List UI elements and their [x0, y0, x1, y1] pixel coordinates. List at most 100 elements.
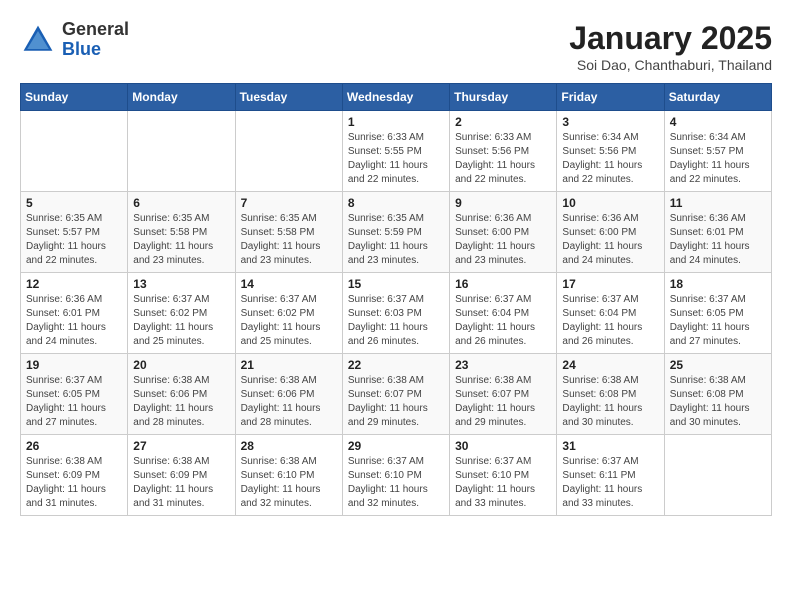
- day-info: Sunrise: 6:36 AMSunset: 6:01 PMDaylight:…: [26, 293, 122, 349]
- calendar-cell: 18 Sunrise: 6:37 AMSunset: 6:05 PMDayligh…: [664, 273, 771, 354]
- day-info: Sunrise: 6:37 AMSunset: 6:11 PMDaylight:…: [562, 455, 658, 511]
- day-info: Sunrise: 6:37 AMSunset: 6:04 PMDaylight:…: [455, 293, 551, 349]
- calendar-cell: 22Sunrise: 6:38 AMSunset: 6:07 PMDayligh…: [342, 354, 449, 435]
- day-number: 19: [26, 358, 122, 372]
- calendar-cell: 5 Sunrise: 6:35 AMSunset: 5:57 PMDaylight…: [21, 192, 128, 273]
- calendar-cell: 1 Sunrise: 6:33 AMSunset: 5:55 PMDaylight…: [342, 111, 449, 192]
- calendar-cell: [128, 111, 235, 192]
- calendar-cell: 10 Sunrise: 6:36 AMSunset: 6:00 PMDayligh…: [557, 192, 664, 273]
- day-info: Sunrise: 6:37 AMSunset: 6:02 PMDaylight:…: [133, 293, 229, 349]
- day-info: Sunrise: 6:38 AMSunset: 6:08 PMDaylight:…: [670, 374, 766, 430]
- day-number: 14: [241, 277, 337, 291]
- logo-icon: [20, 22, 56, 58]
- calendar-cell: 14 Sunrise: 6:37 AMSunset: 6:02 PMDayligh…: [235, 273, 342, 354]
- calendar-cell: 2Sunrise: 6:33 AMSunset: 5:56 PMDaylight…: [450, 111, 557, 192]
- day-number: 25: [670, 358, 766, 372]
- calendar-cell: 6 Sunrise: 6:35 AMSunset: 5:58 PMDaylight…: [128, 192, 235, 273]
- logo-general: General: [62, 20, 129, 40]
- day-number: 26: [26, 439, 122, 453]
- weekday-header: Thursday: [450, 84, 557, 111]
- day-number: 7: [241, 196, 337, 210]
- day-info: Sunrise: 6:38 AMSunset: 6:08 PMDaylight:…: [562, 374, 658, 430]
- calendar-cell: 23 Sunrise: 6:38 AMSunset: 6:07 PMDayligh…: [450, 354, 557, 435]
- calendar-cell: 25 Sunrise: 6:38 AMSunset: 6:08 PMDayligh…: [664, 354, 771, 435]
- day-info: Sunrise: 6:36 AMSunset: 6:01 PMDaylight:…: [670, 212, 766, 268]
- logo-text: General Blue: [62, 20, 129, 60]
- day-number: 4: [670, 115, 766, 129]
- weekday-header: Wednesday: [342, 84, 449, 111]
- day-number: 15: [348, 277, 444, 291]
- calendar-cell: 15 Sunrise: 6:37 AMSunset: 6:03 PMDayligh…: [342, 273, 449, 354]
- day-info: Sunrise: 6:34 AMSunset: 5:56 PMDaylight:…: [562, 131, 658, 187]
- day-number: 5: [26, 196, 122, 210]
- day-number: 16: [455, 277, 551, 291]
- day-info: Sunrise: 6:38 AMSunset: 6:07 PMDaylight:…: [348, 374, 444, 430]
- calendar-cell: 28 Sunrise: 6:38 AMSunset: 6:10 PMDayligh…: [235, 435, 342, 516]
- calendar-cell: 19 Sunrise: 6:37 AMSunset: 6:05 PMDayligh…: [21, 354, 128, 435]
- logo-blue: Blue: [62, 40, 129, 60]
- calendar-week-row: 1 Sunrise: 6:33 AMSunset: 5:55 PMDaylight…: [21, 111, 772, 192]
- day-number: 27: [133, 439, 229, 453]
- calendar-cell: 12Sunrise: 6:36 AMSunset: 6:01 PMDayligh…: [21, 273, 128, 354]
- calendar-cell: 20 Sunrise: 6:38 AMSunset: 6:06 PMDayligh…: [128, 354, 235, 435]
- day-info: Sunrise: 6:34 AMSunset: 5:57 PMDaylight:…: [670, 131, 766, 187]
- day-number: 6: [133, 196, 229, 210]
- day-number: 13: [133, 277, 229, 291]
- calendar-cell: 26Sunrise: 6:38 AMSunset: 6:09 PMDayligh…: [21, 435, 128, 516]
- day-number: 28: [241, 439, 337, 453]
- day-info: Sunrise: 6:36 AMSunset: 6:00 PMDaylight:…: [562, 212, 658, 268]
- day-info: Sunrise: 6:36 AMSunset: 6:00 PMDaylight:…: [455, 212, 551, 268]
- day-info: Sunrise: 6:37 AMSunset: 6:04 PMDaylight:…: [562, 293, 658, 349]
- calendar-cell: 16 Sunrise: 6:37 AMSunset: 6:04 PMDayligh…: [450, 273, 557, 354]
- calendar-week-row: 12Sunrise: 6:36 AMSunset: 6:01 PMDayligh…: [21, 273, 772, 354]
- calendar-cell: 4 Sunrise: 6:34 AMSunset: 5:57 PMDaylight…: [664, 111, 771, 192]
- day-info: Sunrise: 6:38 AMSunset: 6:10 PMDaylight:…: [241, 455, 337, 511]
- calendar-cell: 3 Sunrise: 6:34 AMSunset: 5:56 PMDaylight…: [557, 111, 664, 192]
- calendar-cell: [235, 111, 342, 192]
- calendar-cell: 11 Sunrise: 6:36 AMSunset: 6:01 PMDayligh…: [664, 192, 771, 273]
- day-info: Sunrise: 6:37 AMSunset: 6:03 PMDaylight:…: [348, 293, 444, 349]
- day-number: 3: [562, 115, 658, 129]
- day-info: Sunrise: 6:38 AMSunset: 6:06 PMDaylight:…: [241, 374, 337, 430]
- day-info: Sunrise: 6:37 AMSunset: 6:10 PMDaylight:…: [348, 455, 444, 511]
- calendar-cell: 17 Sunrise: 6:37 AMSunset: 6:04 PMDayligh…: [557, 273, 664, 354]
- day-number: 1: [348, 115, 444, 129]
- calendar-cell: 27 Sunrise: 6:38 AMSunset: 6:09 PMDayligh…: [128, 435, 235, 516]
- day-number: 9: [455, 196, 551, 210]
- day-number: 23: [455, 358, 551, 372]
- day-info: Sunrise: 6:35 AMSunset: 5:59 PMDaylight:…: [348, 212, 444, 268]
- page-header: General Blue January 2025 Soi Dao, Chant…: [20, 20, 772, 73]
- day-info: Sunrise: 6:37 AMSunset: 6:05 PMDaylight:…: [26, 374, 122, 430]
- day-info: Sunrise: 6:37 AMSunset: 6:05 PMDaylight:…: [670, 293, 766, 349]
- calendar-week-row: 19 Sunrise: 6:37 AMSunset: 6:05 PMDayligh…: [21, 354, 772, 435]
- calendar-cell: 24Sunrise: 6:38 AMSunset: 6:08 PMDayligh…: [557, 354, 664, 435]
- calendar-cell: [21, 111, 128, 192]
- calendar-week-row: 5 Sunrise: 6:35 AMSunset: 5:57 PMDaylight…: [21, 192, 772, 273]
- day-number: 20: [133, 358, 229, 372]
- calendar-cell: 7Sunrise: 6:35 AMSunset: 5:58 PMDaylight…: [235, 192, 342, 273]
- day-number: 18: [670, 277, 766, 291]
- day-info: Sunrise: 6:37 AMSunset: 6:10 PMDaylight:…: [455, 455, 551, 511]
- weekday-header-row: SundayMondayTuesdayWednesdayThursdayFrid…: [21, 84, 772, 111]
- day-number: 8: [348, 196, 444, 210]
- day-info: Sunrise: 6:38 AMSunset: 6:07 PMDaylight:…: [455, 374, 551, 430]
- calendar-cell: 29 Sunrise: 6:37 AMSunset: 6:10 PMDayligh…: [342, 435, 449, 516]
- day-number: 10: [562, 196, 658, 210]
- location: Soi Dao, Chanthaburi, Thailand: [569, 57, 772, 73]
- day-number: 30: [455, 439, 551, 453]
- day-info: Sunrise: 6:35 AMSunset: 5:57 PMDaylight:…: [26, 212, 122, 268]
- day-number: 31: [562, 439, 658, 453]
- day-info: Sunrise: 6:33 AMSunset: 5:55 PMDaylight:…: [348, 131, 444, 187]
- day-number: 17: [562, 277, 658, 291]
- day-info: Sunrise: 6:38 AMSunset: 6:06 PMDaylight:…: [133, 374, 229, 430]
- day-info: Sunrise: 6:37 AMSunset: 6:02 PMDaylight:…: [241, 293, 337, 349]
- weekday-header: Tuesday: [235, 84, 342, 111]
- weekday-header: Friday: [557, 84, 664, 111]
- day-number: 11: [670, 196, 766, 210]
- day-number: 29: [348, 439, 444, 453]
- day-info: Sunrise: 6:38 AMSunset: 6:09 PMDaylight:…: [133, 455, 229, 511]
- day-info: Sunrise: 6:35 AMSunset: 5:58 PMDaylight:…: [133, 212, 229, 268]
- day-number: 2: [455, 115, 551, 129]
- calendar-cell: 9 Sunrise: 6:36 AMSunset: 6:00 PMDaylight…: [450, 192, 557, 273]
- weekday-header: Monday: [128, 84, 235, 111]
